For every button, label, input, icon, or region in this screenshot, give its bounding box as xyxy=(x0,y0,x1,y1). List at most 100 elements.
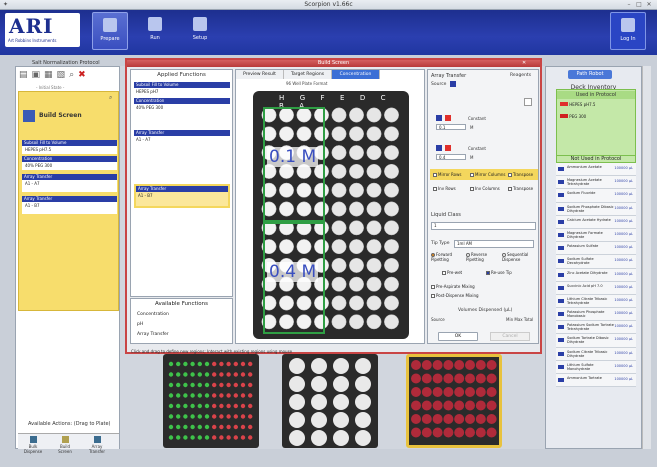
well[interactable] xyxy=(366,145,382,161)
well[interactable] xyxy=(384,182,399,198)
post-dispense-mixing-checkbox[interactable]: Post-Dispense Mixing xyxy=(431,293,479,298)
tip-type-select[interactable]: 1ml AM xyxy=(454,240,534,248)
source-plate-icon[interactable] xyxy=(450,81,456,87)
well[interactable] xyxy=(331,276,347,292)
inventory-item[interactable]: Sodium Citrate Tribasic Dihydrate 100000 … xyxy=(556,347,636,361)
well[interactable] xyxy=(349,257,364,273)
prepare-button[interactable]: Prepare xyxy=(92,12,128,50)
inventory-item[interactable]: Magnesium Acetate Tetrahydrate 100000 µL xyxy=(556,176,636,190)
well[interactable] xyxy=(331,220,347,236)
maximize-icon[interactable]: □ xyxy=(635,1,643,8)
well[interactable] xyxy=(384,201,399,217)
prewet-checkbox[interactable]: Pre-wet xyxy=(442,270,462,275)
new-icon[interactable]: ▤ xyxy=(19,70,32,80)
deck-plate-1[interactable] xyxy=(163,354,259,448)
deck-plate-2[interactable] xyxy=(282,354,378,448)
inv-columns-option[interactable]: Inv Columns xyxy=(470,186,500,191)
well[interactable] xyxy=(366,126,382,142)
well[interactable] xyxy=(331,257,347,273)
ok-button[interactable]: OK xyxy=(438,332,478,341)
tab-target-regions[interactable]: Target Regions xyxy=(284,70,332,79)
well[interactable] xyxy=(349,239,364,255)
well[interactable] xyxy=(384,239,399,255)
well[interactable] xyxy=(384,276,399,292)
setup-button[interactable]: Setup xyxy=(182,12,218,50)
transpose-option-1[interactable]: Transpose xyxy=(508,172,533,177)
well[interactable] xyxy=(331,239,347,255)
login-button[interactable]: Log In xyxy=(610,12,646,50)
well[interactable] xyxy=(331,107,347,123)
copy-icon[interactable]: ▧ xyxy=(57,70,70,80)
well[interactable] xyxy=(331,295,347,311)
reuse-tip-checkbox[interactable]: Re-use Tip xyxy=(486,270,512,275)
well[interactable] xyxy=(366,220,382,236)
inventory-item[interactable]: Zinc Acetate Dihydrate 100000 µL xyxy=(556,268,636,282)
inventory-item[interactable]: Ammonium Acetate 100000 µL xyxy=(556,163,636,177)
inventory-item[interactable]: Lithium Sulfate Monohydrate 100000 µL xyxy=(556,360,636,374)
tab-concentration[interactable]: Concentration xyxy=(332,70,380,79)
well[interactable] xyxy=(366,163,382,179)
well[interactable] xyxy=(366,257,382,273)
well[interactable] xyxy=(384,145,399,161)
well[interactable] xyxy=(349,201,364,217)
deck-plate-3[interactable] xyxy=(406,354,502,448)
inventory-item[interactable]: Potassium Sodium Tartrate Tetrahydrate 10… xyxy=(556,321,636,335)
well[interactable] xyxy=(349,163,364,179)
inventory-item[interactable]: Sodium Sulfate Decahydrate 100000 µL xyxy=(556,255,636,269)
value-2-input[interactable]: 0.4 xyxy=(436,154,466,160)
region-1[interactable]: 0.1 M xyxy=(263,107,325,222)
inventory-item[interactable]: Succinic Acid pH 7.0 100000 µL xyxy=(556,281,636,295)
well[interactable] xyxy=(331,182,347,198)
well[interactable] xyxy=(366,201,382,217)
value-1-input[interactable]: 0.1 xyxy=(436,124,466,130)
run-button[interactable]: Run xyxy=(137,12,173,50)
well[interactable] xyxy=(331,163,347,179)
array-transfer-action[interactable]: Array Transfer xyxy=(86,436,108,454)
save-icon[interactable]: ▦ xyxy=(44,70,57,80)
well[interactable] xyxy=(331,314,347,330)
well[interactable] xyxy=(331,145,347,161)
applied-concentration[interactable]: Concentration 40% PEG 300 xyxy=(134,98,230,112)
well[interactable] xyxy=(331,201,347,217)
reverse-pipetting-radio[interactable]: Reverse Pipetting xyxy=(466,252,496,262)
sequential-dispense-radio[interactable]: Sequential Dispense xyxy=(502,252,538,262)
well[interactable] xyxy=(384,163,399,179)
inventory-item[interactable]: Ammonium Tartrate 100000 µL xyxy=(556,374,636,388)
liquid-class-select[interactable]: 1 xyxy=(431,222,536,230)
well[interactable] xyxy=(366,314,382,330)
build-screen-step[interactable]: Build Screen ⌕ Subsoil Fill to Volume HE… xyxy=(18,91,119,311)
well[interactable] xyxy=(366,239,382,255)
well[interactable] xyxy=(384,107,399,123)
bulk-dispense-action[interactable]: Bulk Dispense xyxy=(22,436,44,454)
applied-array-transfer-1[interactable]: Array Transfer A1 - A7 xyxy=(134,130,230,150)
inventory-item[interactable]: Sodium Phosphate Dibasic Dihydrate 100000… xyxy=(556,202,636,216)
mirror-columns-option[interactable]: Mirror Columns xyxy=(470,172,505,177)
well[interactable] xyxy=(384,126,399,142)
applied-array-transfer-2[interactable]: Array Transfer A1 - B7 xyxy=(134,184,230,208)
inventory-item[interactable]: Potassium Sulfate 100000 µL xyxy=(556,242,636,256)
well[interactable] xyxy=(384,314,399,330)
inventory-item[interactable]: Sodium Tartrate Dibasic Dihydrate 100000 … xyxy=(556,334,636,348)
well[interactable] xyxy=(349,107,364,123)
well[interactable] xyxy=(384,295,399,311)
mirror-rows-option[interactable]: Mirror Rows xyxy=(433,172,461,177)
tab-preview-result[interactable]: Preview Result xyxy=(236,70,284,79)
well[interactable] xyxy=(349,276,364,292)
reagents-label[interactable]: Reagents xyxy=(510,73,531,78)
dialog-close-icon[interactable]: ✕ xyxy=(522,60,526,66)
well[interactable] xyxy=(331,126,347,142)
search-icon[interactable]: ⌕ xyxy=(69,70,78,80)
well[interactable] xyxy=(366,295,382,311)
well[interactable] xyxy=(349,295,364,311)
minimize-icon[interactable]: – xyxy=(625,1,633,8)
forward-pipetting-radio[interactable]: Forward Pipetting xyxy=(431,252,461,262)
expand-icon[interactable] xyxy=(524,98,532,106)
used-item-1[interactable]: HEPES pH7.5 xyxy=(560,102,595,107)
inventory-scrollbar[interactable] xyxy=(642,66,651,449)
inventory-item[interactable]: Potassium Phosphate Monobasic 100000 µL xyxy=(556,308,636,322)
pre-aspirate-mixing-checkbox[interactable]: Pre-Aspirate Mixing xyxy=(431,284,475,289)
well[interactable] xyxy=(349,314,364,330)
well[interactable] xyxy=(349,220,364,236)
region-2[interactable]: 0.4 M xyxy=(263,222,325,334)
open-icon[interactable]: ▣ xyxy=(32,70,45,80)
